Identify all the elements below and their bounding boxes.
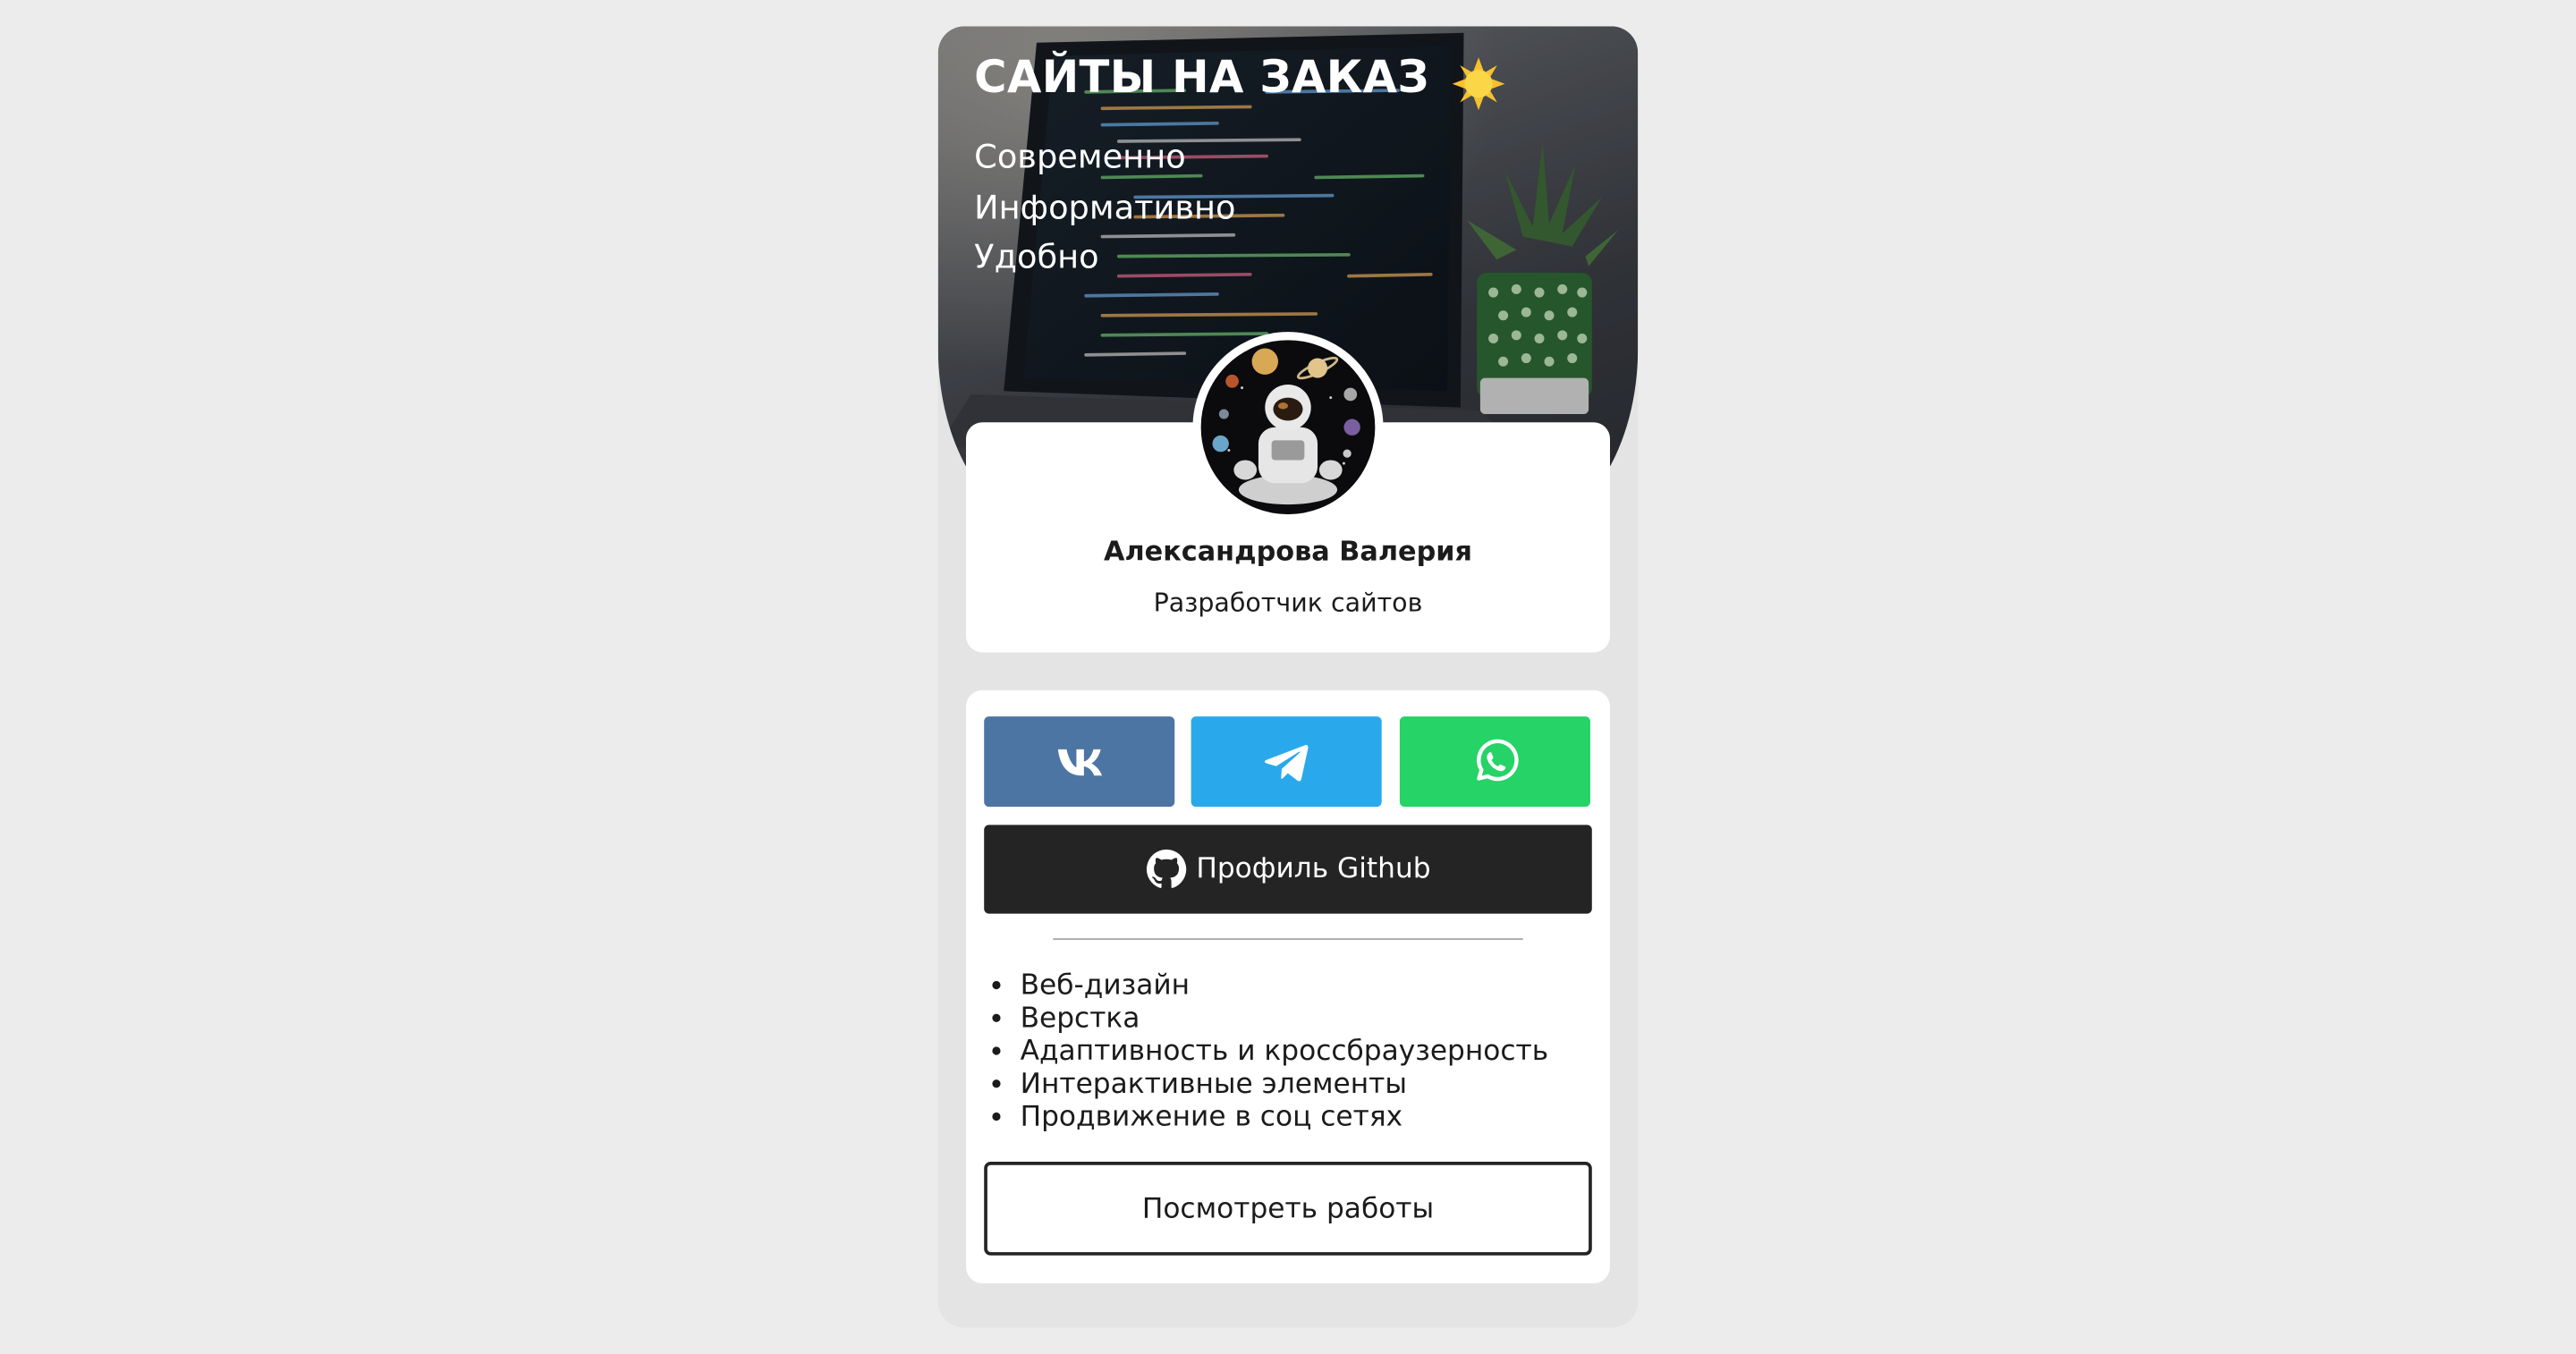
avatar [1192, 332, 1384, 523]
hero-tagline: Современно Информативно Удобно [974, 131, 1235, 282]
tagline-item: Современно [974, 136, 1186, 176]
tagline-item: Удобно [974, 236, 1099, 276]
view-works-button[interactable]: Посмотреть работы [984, 1162, 1592, 1256]
viewport: САЙТЫ НА ЗАКАЗ Современно Информативно У… [0, 0, 2576, 1354]
services-list: Веб-дизайн Верстка Адаптивность и кроссб… [989, 969, 1549, 1134]
links-panel: Профиль Github Веб-дизайн Верстка Адапти… [965, 690, 1610, 1283]
business-card: САЙТЫ НА ЗАКАЗ Современно Информативно У… [937, 26, 1639, 1328]
hero-title: САЙТЫ НА ЗАКАЗ [974, 52, 1430, 104]
whatsapp-icon [1477, 738, 1519, 781]
list-item: Интерактивные элементы [1021, 1068, 1549, 1101]
list-item: Адаптивность и кроссбраузерность [1021, 1036, 1549, 1069]
telegram-button[interactable] [1191, 716, 1382, 808]
tagline-item: Информативно [974, 186, 1236, 226]
github-profile-button[interactable]: Профиль Github [984, 825, 1592, 914]
telegram-icon [1265, 744, 1309, 781]
profile-role: Разработчик сайтов [1153, 588, 1423, 618]
vk-button[interactable] [984, 716, 1175, 808]
github-button-label: Профиль Github [1196, 852, 1431, 886]
profile-name: Александрова Валерия [1103, 535, 1472, 567]
github-icon [1147, 849, 1187, 888]
sun-icon [1452, 57, 1505, 111]
whatsapp-button[interactable] [1399, 716, 1590, 808]
astronaut-avatar-image [1194, 333, 1382, 521]
divider [1053, 938, 1523, 940]
list-item: Веб-дизайн [1021, 969, 1549, 1003]
list-item: Продвижение в соц сетях [1021, 1101, 1549, 1134]
vk-icon [1057, 748, 1103, 775]
list-item: Верстка [1021, 1003, 1549, 1036]
